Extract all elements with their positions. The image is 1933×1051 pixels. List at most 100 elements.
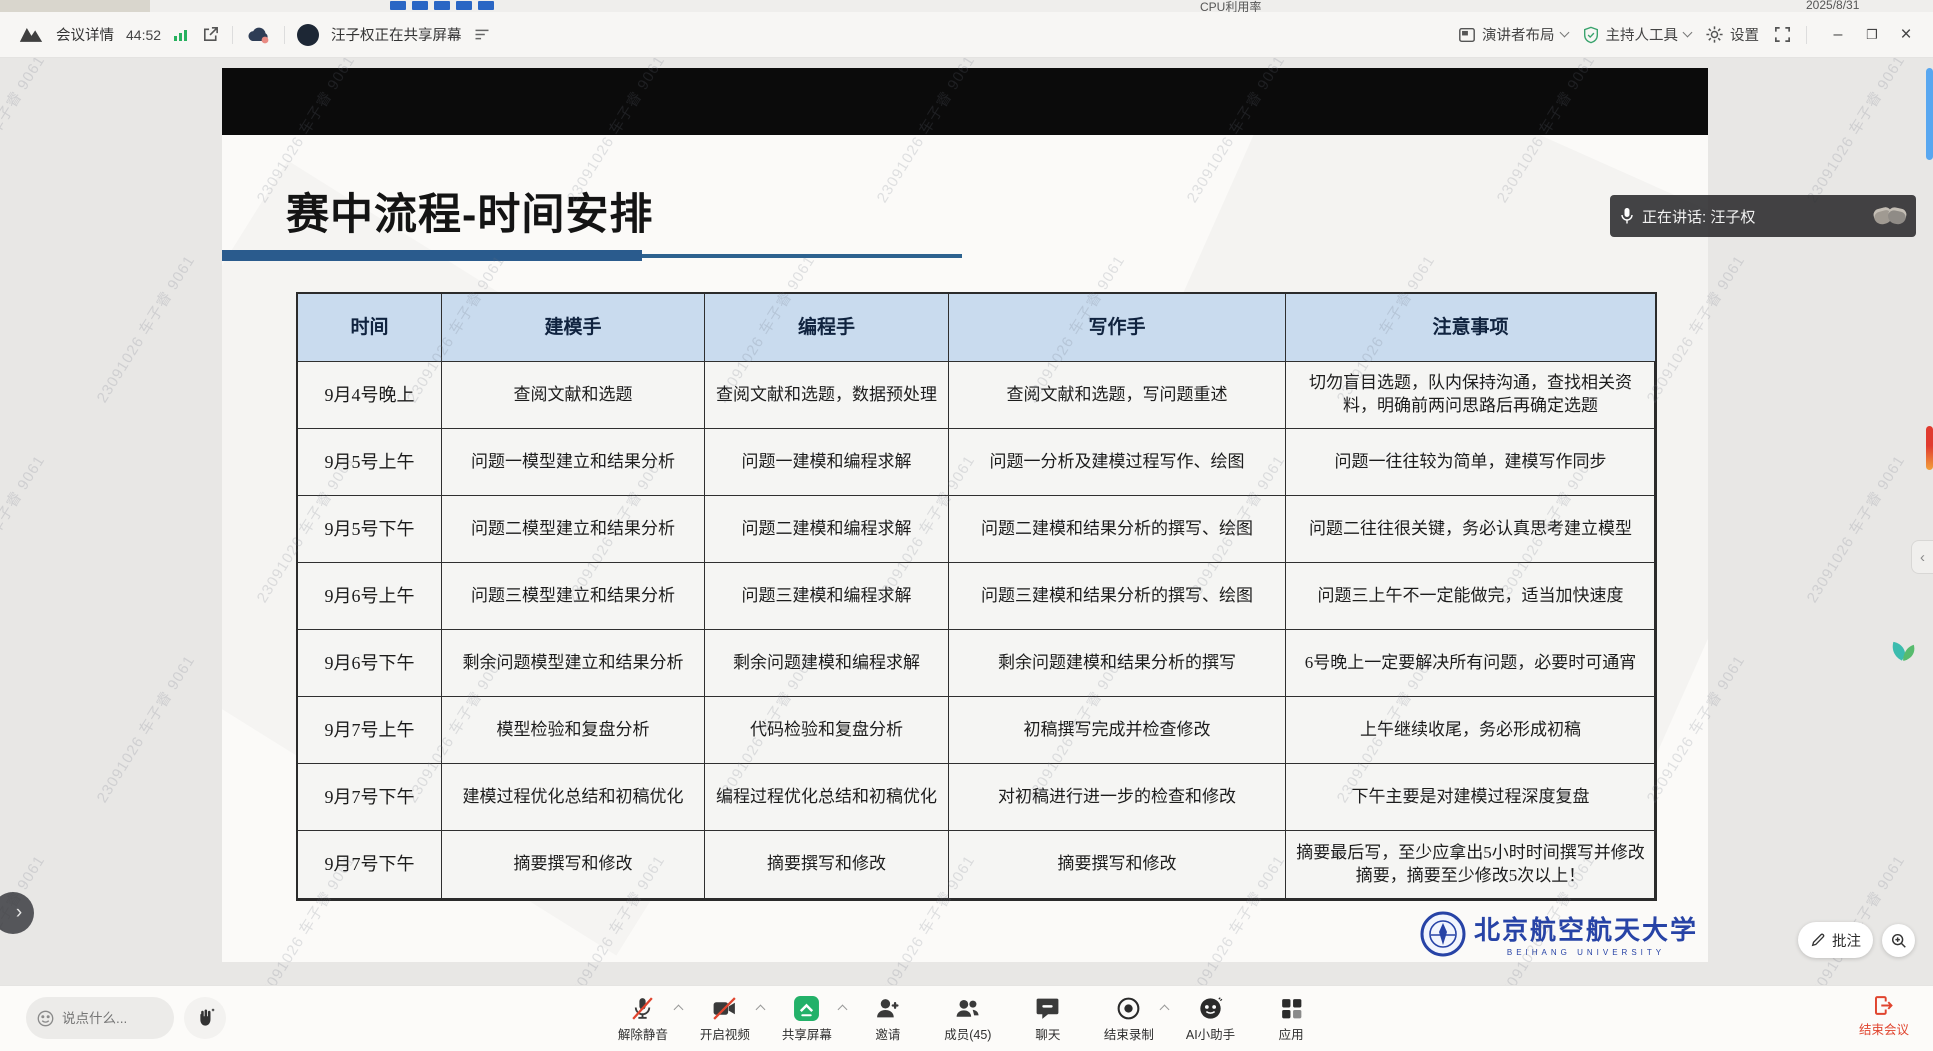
sharing-status-text: 汪子权正在共享屏幕 — [331, 24, 462, 45]
table-cell: 问题三模型建立和结果分析 — [442, 563, 705, 630]
reaction-hands-icon — [1878, 208, 1906, 224]
watermark-text: 23091026 车子睿 9061 — [0, 58, 49, 206]
table-cell: 剩余问题模型建立和结果分析 — [442, 630, 705, 697]
toolbar-item-label: 聊天 — [1035, 1024, 1060, 1043]
fullscreen-icon[interactable] — [1773, 25, 1792, 44]
table-cell: 建模过程优化总结和初稿优化 — [442, 764, 705, 831]
chevron-up-icon[interactable] — [673, 1005, 683, 1015]
sharer-avatar — [297, 24, 319, 46]
sharing-list-icon[interactable] — [474, 28, 490, 41]
toolbar-item-label: 解除静音 — [618, 1024, 668, 1043]
annotate-button[interactable]: 批注 — [1798, 922, 1873, 958]
apps-grid-icon — [1278, 995, 1305, 1022]
zoom-in-button[interactable] — [1882, 924, 1915, 957]
expand-panel-button[interactable]: › — [0, 892, 34, 934]
chevron-up-icon[interactable] — [1159, 1005, 1169, 1015]
background-window-strip: CPU利用率 2025/8/31 — [0, 0, 1933, 12]
table-header-cell: 写作手 — [949, 294, 1286, 362]
table-cell: 问题三建模和结果分析的撰写、绘图 — [949, 563, 1286, 630]
toolbar-item-label: 共享屏幕 — [782, 1024, 832, 1043]
toolbar-item-share[interactable]: 共享屏幕 — [782, 995, 832, 1043]
table-cell: 问题一往往较为简单，建模写作同步 — [1286, 429, 1655, 496]
toolbar-item-label: 邀请 — [875, 1024, 900, 1043]
table-cell: 问题一建模和编程求解 — [705, 429, 949, 496]
toolbar-item-chat[interactable]: 聊天 — [1024, 995, 1072, 1043]
ai-assistant-icon — [1197, 995, 1224, 1022]
university-emblem-icon — [1420, 911, 1466, 957]
chat-icon — [1034, 995, 1061, 1022]
table-cell: 问题二往往很关键，务必认真思考建立模型 — [1286, 496, 1655, 563]
maximize-button[interactable]: ❐ — [1855, 18, 1889, 52]
mic-active-icon — [1620, 207, 1634, 225]
meeting-details-button[interactable]: 会议详情 — [56, 24, 114, 45]
minimize-button[interactable]: – — [1821, 18, 1855, 52]
shared-screen-area: 赛中流程-时间安排 时间建模手编程手写作手注意事项9月4号晚上查阅文献和选题查阅… — [0, 58, 1933, 985]
meeting-app-logo-icon — [18, 25, 44, 44]
university-name: 北京航空航天大学 — [1474, 910, 1698, 947]
table-cell: 初稿撰写完成并检查修改 — [949, 697, 1286, 764]
meeting-timer: 44:52 — [126, 27, 161, 43]
table-cell: 问题二建模和结果分析的撰写、绘图 — [949, 496, 1286, 563]
table-cell: 查阅文献和选题 — [442, 362, 705, 429]
leave-meeting-button[interactable]: 结束会议 — [1859, 994, 1909, 1038]
scrollbar-thumb[interactable] — [1926, 68, 1933, 160]
table-cell: 编程过程优化总结和初稿优化 — [705, 764, 949, 831]
table-header-cell: 时间 — [298, 294, 442, 362]
speaking-indicator: 正在讲话: 汪子权 — [1610, 195, 1916, 237]
toolbar-item-apps[interactable]: 应用 — [1267, 995, 1315, 1043]
table-cell: 问题三上午不一定能做完，适当加快速度 — [1286, 563, 1655, 630]
background-date: 2025/8/31 — [1806, 0, 1859, 12]
toolbar-item-ai[interactable]: AI小助手 — [1186, 995, 1235, 1043]
table-cell: 6号晚上一定要解决所有问题，必要时可通宵 — [1286, 630, 1655, 697]
cloud-record-icon[interactable] — [245, 25, 272, 45]
speaking-label: 正在讲话: 汪子权 — [1642, 206, 1755, 227]
mic-muted-icon — [629, 995, 656, 1022]
divider — [1806, 26, 1807, 44]
shield-check-icon — [1582, 26, 1600, 44]
gear-icon — [1705, 25, 1724, 44]
camera-off-icon — [711, 995, 738, 1022]
popout-icon[interactable] — [201, 25, 220, 44]
table-cell: 问题三建模和编程求解 — [705, 563, 949, 630]
toolbar-item-label: 开启视频 — [700, 1024, 750, 1043]
leave-meeting-icon — [1872, 994, 1895, 1017]
background-window-fragment — [0, 0, 150, 12]
panel-collapse-handle[interactable]: ‹ — [1911, 540, 1933, 574]
pencil-icon — [1810, 932, 1826, 948]
table-cell: 剩余问题建模和结果分析的撰写 — [949, 630, 1286, 697]
host-tools-button[interactable]: 主持人工具 — [1582, 24, 1692, 45]
scroll-alert-marker — [1926, 426, 1933, 470]
toolbar-item-members[interactable]: 成员(45) — [944, 995, 992, 1043]
background-tab — [456, 1, 472, 10]
university-name-en: BEIHANG UNIVERSITY — [1474, 948, 1698, 957]
background-cpu-label: CPU利用率 — [1200, 0, 1261, 12]
table-cell: 下午主要是对建模过程深度复盘 — [1286, 764, 1655, 831]
speaker-layout-button[interactable]: 演讲者布局 — [1458, 24, 1568, 45]
university-logo: 北京航空航天大学 BEIHANG UNIVERSITY — [1420, 910, 1698, 957]
table-cell: 摘要最后写，至少应拿出5小时时间撰写并修改摘要，摘要至少修改5次以上！ — [1286, 831, 1655, 898]
table-cell: 问题一分析及建模过程写作、绘图 — [949, 429, 1286, 496]
background-tab — [390, 1, 406, 10]
toolbar-item-camera[interactable]: 开启视频 — [700, 995, 750, 1043]
presentation-slide: 赛中流程-时间安排 时间建模手编程手写作手注意事项9月4号晚上查阅文献和选题查阅… — [222, 68, 1708, 962]
watermark-text: 23091026 车子睿 9061 — [0, 451, 49, 607]
network-signal-icon — [173, 28, 189, 42]
table-cell: 查阅文献和选题，写问题重述 — [949, 362, 1286, 429]
table-cell: 9月6号上午 — [298, 563, 442, 630]
table-cell: 模型检验和复盘分析 — [442, 697, 705, 764]
title-underline-thick — [222, 250, 642, 261]
chevron-up-icon[interactable] — [837, 1005, 847, 1015]
toolbar-item-unmute[interactable]: 解除静音 — [618, 995, 668, 1043]
sprout-sticker-icon[interactable] — [1881, 624, 1925, 670]
toolbar-item-invite[interactable]: 邀请 — [864, 995, 912, 1043]
table-cell: 9月4号晚上 — [298, 362, 442, 429]
toolbar-item-record[interactable]: 结束录制 — [1104, 995, 1154, 1043]
settings-button[interactable]: 设置 — [1705, 24, 1759, 45]
magnifier-plus-icon — [1890, 932, 1908, 950]
table-cell: 切勿盲目选题，队内保持沟通，查找相关资料，明确前两问思路后再确定选题 — [1286, 362, 1655, 429]
watermark-text: 23091026 车子睿 9061 — [1801, 851, 1909, 985]
table-cell: 剩余问题建模和编程求解 — [705, 630, 949, 697]
chevron-up-icon[interactable] — [755, 1005, 765, 1015]
close-button[interactable]: × — [1889, 18, 1923, 52]
table-cell: 查阅文献和选题，数据预处理 — [705, 362, 949, 429]
